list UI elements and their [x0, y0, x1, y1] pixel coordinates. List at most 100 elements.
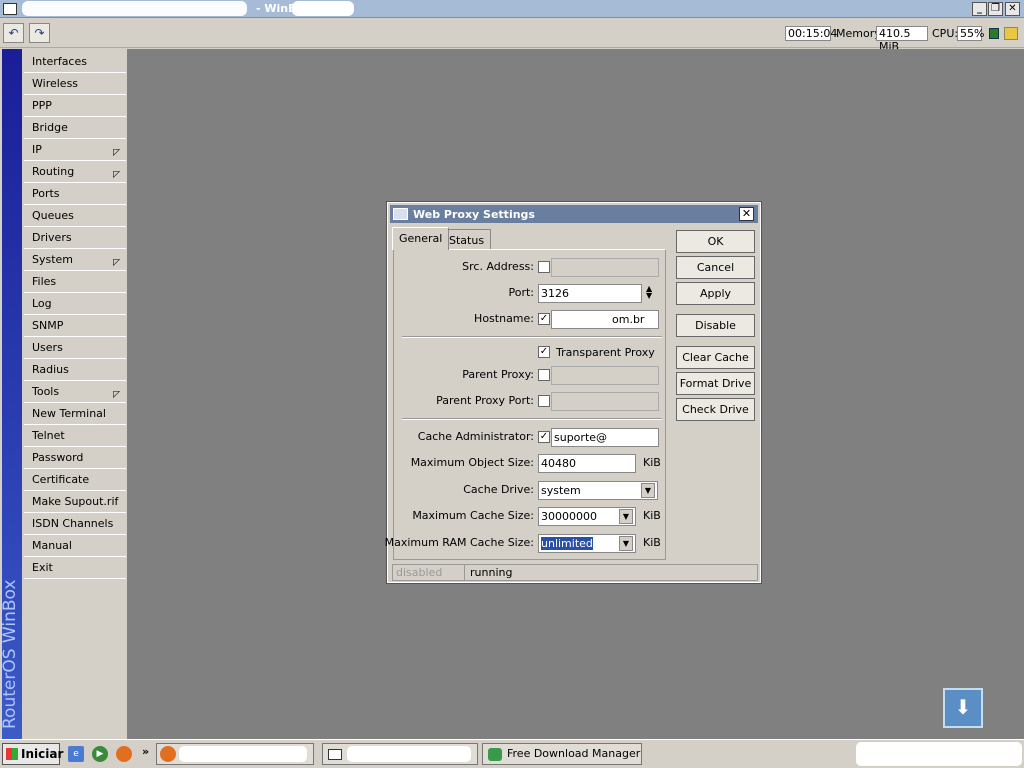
max-object-size-input[interactable]: 40480 [538, 454, 636, 473]
sidebar-item-files[interactable]: Files [24, 271, 126, 293]
sidebar-item-log[interactable]: Log [24, 293, 126, 315]
sidebar-item-telnet[interactable]: Telnet [24, 425, 126, 447]
redacted-task [347, 746, 471, 762]
sidebar-item-tools[interactable]: Tools ◸ [24, 381, 126, 403]
firefox-icon [160, 746, 176, 762]
parent-proxy-input[interactable] [551, 366, 659, 385]
src-address-checkbox[interactable] [538, 261, 550, 273]
clear-cache-button[interactable]: Clear Cache [676, 346, 755, 369]
more-chevron-icon[interactable]: » [142, 745, 149, 758]
cache-admin-checkbox[interactable]: ✓ [538, 431, 550, 443]
sidebar-item-manual[interactable]: Manual [24, 535, 126, 557]
sidebar-item-snmp[interactable]: SNMP [24, 315, 126, 337]
sidebar-item-isdn-channels[interactable]: ISDN Channels [24, 513, 126, 535]
sidebar-item-system[interactable]: System ◸ [24, 249, 126, 271]
sidebar-item-password[interactable]: Password [24, 447, 126, 469]
lock-icon[interactable] [1004, 27, 1018, 40]
chevron-down-icon[interactable]: ▼ [641, 483, 655, 498]
dialog-titlebar[interactable]: Web Proxy Settings ✕ [390, 205, 758, 223]
media-player-icon[interactable]: ▶ [92, 746, 108, 762]
sidebar-item-ports[interactable]: Ports [24, 183, 126, 205]
cpu-display: 55% [957, 26, 984, 41]
dialog-statusbar: disabled running [392, 564, 758, 581]
redo-icon[interactable]: ↷ [29, 23, 50, 43]
disable-button[interactable]: Disable [676, 314, 755, 337]
download-arrow-icon[interactable]: ⬇ [943, 688, 983, 728]
sidebar-item-ppp[interactable]: PPP [24, 95, 126, 117]
sidebar-item-drivers[interactable]: Drivers [24, 227, 126, 249]
transparent-proxy-checkbox[interactable]: ✓ [538, 346, 550, 358]
sidebar-item-label: Queues [32, 209, 74, 222]
parent-proxy-label: Parent Proxy: [462, 368, 534, 381]
format-drive-button[interactable]: Format Drive [676, 372, 755, 395]
parent-proxy-checkbox[interactable] [538, 369, 550, 381]
restore-button[interactable]: ❐ [988, 2, 1003, 16]
task-firefox[interactable] [156, 743, 314, 765]
port-input[interactable]: 3126 [538, 284, 642, 303]
fdm-icon [488, 748, 502, 761]
port-label: Port: [508, 286, 534, 299]
task-winbox[interactable] [322, 743, 478, 765]
sidebar-item-label: Exit [32, 561, 53, 574]
undo-icon[interactable]: ↶ [3, 23, 24, 43]
firefox-icon[interactable] [116, 746, 132, 762]
sidebar-item-exit[interactable]: Exit [24, 557, 126, 579]
sidebar-item-certificate[interactable]: Certificate [24, 469, 126, 491]
parent-proxy-port-checkbox[interactable] [538, 395, 550, 407]
fdm-label: Free Download Manager [507, 747, 641, 760]
redacted-task [179, 746, 307, 762]
chevron-down-icon[interactable]: ▼ [619, 509, 633, 524]
cache-drive-select[interactable]: system [538, 481, 658, 500]
sidebar-item-label: Bridge [32, 121, 68, 134]
sidebar: RouterOS WinBox Interfaces Wireless PPP Bri… [0, 49, 127, 739]
minimize-button[interactable]: _ [972, 2, 987, 16]
check-drive-button[interactable]: Check Drive [676, 398, 755, 421]
src-address-label: Src. Address: [462, 260, 534, 273]
cache-admin-input[interactable]: suporte@ [551, 428, 659, 447]
tab-general[interactable]: General [392, 227, 450, 250]
divider [402, 418, 662, 420]
redacted-tray [856, 742, 1022, 766]
sidebar-item-bridge[interactable]: Bridge [24, 117, 126, 139]
max-ram-cache-unit: KiB [643, 536, 661, 549]
window-icon [393, 208, 408, 220]
hostname-label: Hostname: [474, 312, 534, 325]
memory-display: 410.5 MiB [876, 26, 928, 53]
sidebar-item-label: Tools [32, 385, 60, 398]
hostname-checkbox[interactable]: ✓ [538, 313, 550, 325]
status-running: running [470, 566, 513, 579]
redacted-title [22, 1, 247, 16]
chevron-down-icon[interactable]: ▼ [619, 536, 633, 551]
apply-button[interactable]: Apply [676, 282, 755, 305]
sidebar-item-label: Ports [32, 187, 60, 200]
parent-proxy-port-label: Parent Proxy Port: [436, 394, 534, 407]
sidebar-item-wireless[interactable]: Wireless [24, 73, 126, 95]
sidebar-item-label: Password [32, 451, 84, 464]
parent-proxy-port-input[interactable] [551, 392, 659, 411]
sidebar-item-interfaces[interactable]: Interfaces [24, 51, 126, 73]
start-button[interactable]: Iniciar [2, 743, 63, 765]
sidebar-item-radius[interactable]: Radius [24, 359, 126, 381]
task-free-download-manager[interactable]: Free Download Manager [482, 743, 642, 765]
close-icon[interactable]: ✕ [739, 207, 754, 221]
sidebar-item-label: Wireless [32, 77, 79, 90]
sidebar-item-label: PPP [32, 99, 52, 112]
hostname-input[interactable]: om.br [551, 310, 659, 329]
sidebar-item-make-supout-rif[interactable]: Make Supout.rif [24, 491, 126, 513]
sidebar-item-ip[interactable]: IP ◸ [24, 139, 126, 161]
ok-button[interactable]: OK [676, 230, 755, 253]
ie-icon[interactable]: e [68, 746, 84, 762]
sidebar-item-label: Radius [32, 363, 69, 376]
sidebar-item-queues[interactable]: Queues [24, 205, 126, 227]
sidebar-item-routing[interactable]: Routing ◸ [24, 161, 126, 183]
sidebar-item-users[interactable]: Users [24, 337, 126, 359]
max-ram-cache-label: Maximum RAM Cache Size: [384, 536, 534, 549]
port-spinner-icon[interactable]: ▲ ▼ [646, 285, 652, 300]
status-led-icon [989, 28, 999, 39]
window-icon [328, 749, 342, 760]
cancel-button[interactable]: Cancel [676, 256, 755, 279]
src-address-input[interactable] [551, 258, 659, 277]
close-button[interactable]: ✕ [1005, 2, 1020, 16]
tab-status[interactable]: Status [442, 229, 492, 249]
sidebar-item-new-terminal[interactable]: New Terminal [24, 403, 126, 425]
